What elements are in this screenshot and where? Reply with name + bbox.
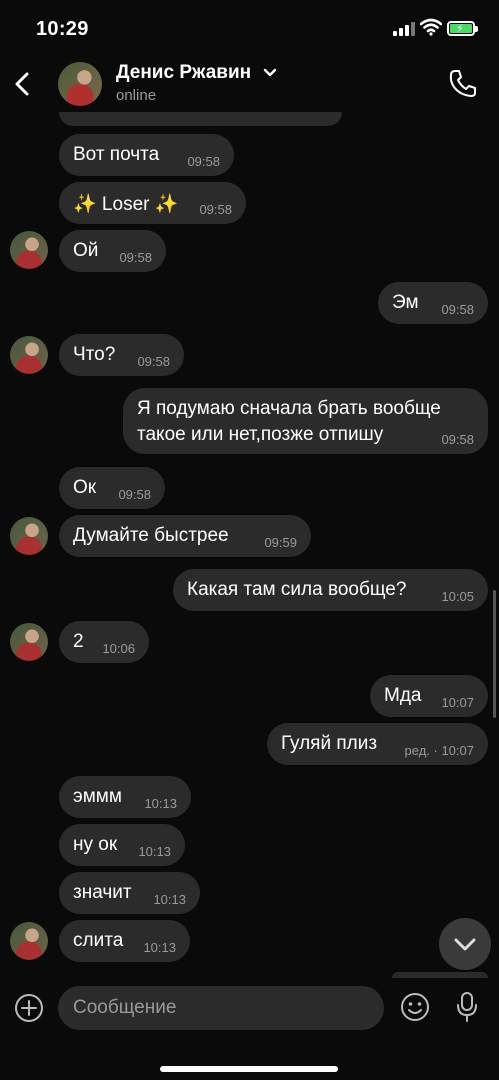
- contact-name[interactable]: Денис Ржавин: [116, 62, 251, 84]
- message-time: 09:58: [119, 250, 152, 265]
- message-text: слита: [73, 930, 124, 951]
- message-bubble-outgoing[interactable]: Какая там сила вообще? 10:05: [173, 569, 488, 611]
- message-text: Ок: [73, 477, 97, 498]
- contact-status: online: [116, 87, 157, 104]
- message-text: значит: [73, 882, 132, 903]
- message-time: 10:06: [102, 641, 135, 656]
- scroll-down-button[interactable]: [439, 918, 491, 970]
- message-text: Эм: [392, 292, 419, 313]
- message-time: 10:13: [143, 940, 176, 955]
- message-bubble[interactable]: Думайте быстрее 09:59: [59, 515, 311, 557]
- microphone-icon[interactable]: [455, 991, 479, 1023]
- message-text: Я подумаю сначала брать вообще такое или…: [137, 398, 441, 445]
- message-text: ну ок: [73, 834, 118, 855]
- message-time: 10:13: [144, 796, 177, 811]
- message-bubble[interactable]: слита 10:13: [59, 920, 190, 962]
- message-time: 09:58: [441, 302, 474, 317]
- status-bar: 10:29 ⚡: [0, 0, 499, 56]
- message-input-placeholder: Сообщение: [73, 997, 177, 1018]
- message-time: ред. · 10:07: [404, 743, 474, 758]
- composer-bar: Сообщение: [0, 978, 499, 1080]
- message-text: Гуляй плиз: [281, 733, 378, 754]
- message-time: 09:58: [441, 432, 474, 447]
- message-bubble[interactable]: эммм 10:13: [59, 776, 191, 818]
- message-text: Какая там сила вообще?: [187, 579, 407, 600]
- home-indicator[interactable]: [160, 1066, 338, 1072]
- chevron-down-icon[interactable]: [263, 68, 277, 78]
- message-bubble-outgoing[interactable]: Мда 10:07: [370, 675, 488, 717]
- message-bubble-partial: [59, 112, 342, 126]
- message-bubble[interactable]: ✨ Loser ✨ 09:58: [59, 182, 246, 224]
- battery-icon: ⚡: [447, 21, 478, 36]
- status-time: 10:29: [36, 18, 89, 40]
- message-text: Думайте быстрее: [73, 525, 229, 546]
- message-bubble-outgoing[interactable]: Я подумаю сначала брать вообще такое или…: [123, 388, 488, 454]
- avatar[interactable]: [10, 231, 48, 269]
- message-bubble-outgoing[interactable]: Гуляй плиз ред. · 10:07: [267, 723, 488, 765]
- chat-header: Денис Ржавин online: [0, 56, 499, 112]
- add-attachment-icon[interactable]: [14, 993, 44, 1023]
- message-text: эммм: [73, 786, 122, 807]
- message-bubble-outgoing[interactable]: Эм 09:58: [378, 282, 488, 324]
- message-text: Вот почта: [73, 144, 160, 165]
- scrollbar-thumb[interactable]: [493, 590, 496, 718]
- avatar[interactable]: [10, 623, 48, 661]
- contact-avatar[interactable]: [58, 62, 102, 106]
- avatar[interactable]: [10, 336, 48, 374]
- message-text: Что?: [73, 344, 116, 365]
- avatar[interactable]: [10, 922, 48, 960]
- message-time: 09:58: [118, 487, 151, 502]
- message-bubble[interactable]: значит 10:13: [59, 872, 200, 914]
- message-input[interactable]: Сообщение: [58, 986, 384, 1030]
- message-text: ✨ Loser ✨: [73, 194, 179, 215]
- message-time: 10:13: [138, 844, 171, 859]
- phone-icon[interactable]: [448, 68, 476, 98]
- message-text: Мда: [384, 685, 422, 706]
- message-time: 10:05: [441, 589, 474, 604]
- message-time: 10:07: [441, 695, 474, 710]
- message-bubble[interactable]: Ой 09:58: [59, 230, 166, 272]
- message-time: 09:58: [199, 202, 232, 217]
- message-bubble[interactable]: Что? 09:58: [59, 334, 184, 376]
- back-arrow-icon[interactable]: [10, 66, 36, 102]
- message-bubble[interactable]: ну ок 10:13: [59, 824, 185, 866]
- message-time: 09:59: [264, 535, 297, 550]
- signal-icon: [393, 22, 415, 36]
- message-time: 09:58: [187, 154, 220, 169]
- message-bubble[interactable]: Вот почта 09:58: [59, 134, 234, 176]
- message-bubble[interactable]: 2 10:06: [59, 621, 149, 663]
- message-time: 09:58: [137, 354, 170, 369]
- avatar[interactable]: [10, 517, 48, 555]
- message-text: 2: [73, 631, 84, 652]
- emoji-icon[interactable]: [400, 992, 430, 1022]
- message-time: 10:13: [153, 892, 186, 907]
- message-bubble[interactable]: Ок 09:58: [59, 467, 165, 509]
- chevron-down-icon: [454, 938, 476, 951]
- message-text: Ой: [73, 240, 99, 261]
- wifi-icon: [420, 18, 442, 36]
